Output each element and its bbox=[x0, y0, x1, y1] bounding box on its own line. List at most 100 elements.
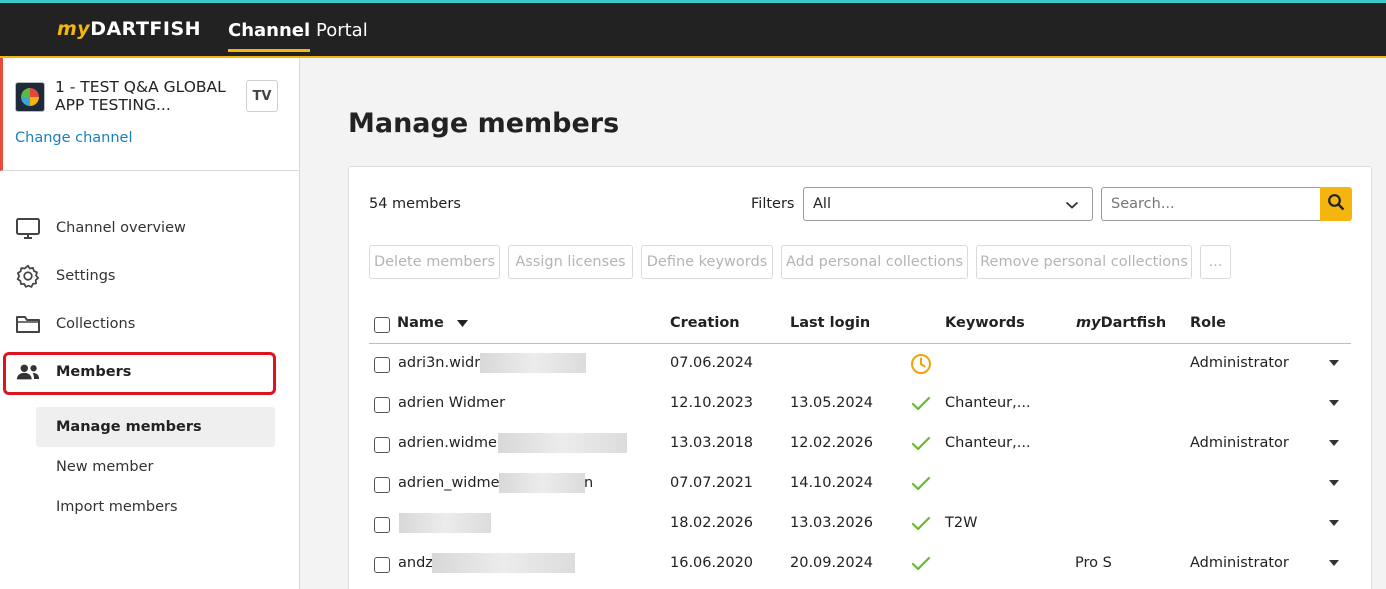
creation-date: 13.03.2018 bbox=[670, 435, 754, 451]
table-row[interactable]: adrien.widmer 13.03.2018 12.02.2026 Chan… bbox=[349, 424, 1371, 464]
search-icon bbox=[1327, 193, 1345, 215]
row-checkbox[interactable] bbox=[374, 517, 390, 533]
column-header-last-login[interactable]: Last login bbox=[790, 315, 870, 331]
member-name: andz bbox=[398, 555, 433, 571]
gear-icon bbox=[15, 263, 41, 289]
keywords: Chanteur,... bbox=[945, 435, 1031, 451]
column-header-name[interactable]: Name bbox=[397, 315, 468, 331]
search-button[interactable] bbox=[1320, 187, 1352, 221]
logo-brand: DARTFISH bbox=[90, 18, 202, 40]
more-actions-button[interactable]: ... bbox=[1200, 245, 1231, 279]
row-menu-caret-icon[interactable] bbox=[1329, 400, 1339, 406]
channel-logo bbox=[15, 82, 45, 112]
members-panel: 54 members Filters All Delete members As… bbox=[348, 166, 1372, 589]
select-all-checkbox[interactable] bbox=[374, 317, 390, 333]
sidebar-subitem-manage-members[interactable]: Manage members bbox=[36, 407, 275, 447]
sidebar-item-channel-overview[interactable]: Channel overview bbox=[0, 208, 299, 248]
sidebar-item-members[interactable]: Members bbox=[0, 352, 299, 392]
member-name: adrien.widmer bbox=[398, 435, 503, 451]
redacted-text bbox=[498, 433, 627, 453]
row-checkbox[interactable] bbox=[374, 477, 390, 493]
filter-value: All bbox=[813, 196, 831, 212]
creation-date: 12.10.2023 bbox=[670, 395, 754, 411]
define-keywords-button[interactable]: Define keywords bbox=[641, 245, 773, 279]
table-row[interactable]: andz 16.06.2020 20.09.2024 Pro S Adminis… bbox=[349, 544, 1371, 584]
column-header-my: my bbox=[1076, 315, 1101, 331]
redacted-text bbox=[432, 553, 575, 573]
logo-my: my bbox=[57, 18, 91, 40]
tab-channel[interactable]: Channel bbox=[228, 20, 311, 52]
row-menu-caret-icon[interactable] bbox=[1329, 360, 1339, 366]
sidebar-item-settings[interactable]: Settings bbox=[0, 256, 299, 296]
row-checkbox[interactable] bbox=[374, 357, 390, 373]
table-row[interactable]: 18.02.2026 13.03.2026 T2W bbox=[349, 504, 1371, 544]
row-menu-caret-icon[interactable] bbox=[1329, 560, 1339, 566]
row-menu-caret-icon[interactable] bbox=[1329, 480, 1339, 486]
creation-date: 07.06.2024 bbox=[670, 355, 754, 371]
redacted-text bbox=[480, 353, 586, 373]
row-menu-caret-icon[interactable] bbox=[1329, 440, 1339, 446]
column-header-creation[interactable]: Creation bbox=[670, 315, 740, 331]
member-name: adrien_widmer bbox=[398, 475, 506, 491]
member-role: Administrator bbox=[1190, 555, 1289, 571]
check-icon bbox=[909, 552, 933, 576]
column-header-keywords[interactable]: Keywords bbox=[945, 315, 1025, 331]
member-name-suffix: n bbox=[584, 475, 594, 491]
search-input[interactable] bbox=[1101, 187, 1321, 221]
users-icon bbox=[15, 359, 41, 385]
add-personal-collections-button[interactable]: Add personal collections bbox=[781, 245, 968, 279]
member-name: adrien Widmer bbox=[398, 395, 506, 411]
mydartfish-license: Pro S bbox=[1075, 555, 1112, 571]
sort-desc-icon bbox=[456, 315, 468, 331]
filters-label: Filters bbox=[751, 196, 795, 212]
sidebar: 1 - TEST Q&A GLOBAL APP TESTING... TV Ch… bbox=[0, 58, 300, 589]
last-login-date: 13.03.2026 bbox=[790, 515, 874, 531]
pending-clock-icon bbox=[909, 352, 933, 376]
member-role: Administrator bbox=[1190, 355, 1289, 371]
filter-dropdown[interactable]: All bbox=[803, 187, 1093, 221]
table-row[interactable]: adrien Widmer 12.10.2023 13.05.2024 Chan… bbox=[349, 384, 1371, 424]
channel-selector: 1 - TEST Q&A GLOBAL APP TESTING... TV Ch… bbox=[0, 58, 299, 171]
row-checkbox[interactable] bbox=[374, 557, 390, 573]
sidebar-subitem-new-member[interactable]: New member bbox=[36, 447, 275, 487]
sidebar-item-collections[interactable]: Collections bbox=[0, 304, 299, 344]
keywords: T2W bbox=[945, 515, 978, 531]
check-icon bbox=[909, 432, 933, 456]
member-role: Administrator bbox=[1190, 435, 1289, 451]
last-login-date: 20.09.2024 bbox=[790, 555, 874, 571]
mydartfish-logo[interactable]: my DARTFISH bbox=[57, 18, 201, 42]
tv-badge[interactable]: TV bbox=[246, 80, 278, 112]
creation-date: 18.02.2026 bbox=[670, 515, 754, 531]
delete-members-button[interactable]: Delete members bbox=[369, 245, 500, 279]
chevron-down-icon bbox=[1065, 198, 1079, 214]
last-login-date: 14.10.2024 bbox=[790, 475, 874, 491]
column-header-role[interactable]: Role bbox=[1190, 315, 1226, 331]
channel-name: 1 - TEST Q&A GLOBAL APP TESTING... bbox=[55, 78, 226, 114]
sidebar-item-label: Collections bbox=[56, 316, 136, 332]
last-login-date: 13.05.2024 bbox=[790, 395, 874, 411]
creation-date: 07.07.2021 bbox=[670, 475, 754, 491]
row-checkbox[interactable] bbox=[374, 397, 390, 413]
remove-personal-collections-button[interactable]: Remove personal collections bbox=[976, 245, 1192, 279]
assign-licenses-button[interactable]: Assign licenses bbox=[508, 245, 633, 279]
page-title: Manage members bbox=[348, 108, 620, 139]
row-checkbox[interactable] bbox=[374, 437, 390, 453]
row-menu-caret-icon[interactable] bbox=[1329, 520, 1339, 526]
column-header-mydartfish[interactable]: myDartfish bbox=[1076, 315, 1166, 331]
sidebar-subitem-import-members[interactable]: Import members bbox=[36, 487, 275, 527]
sidebar-item-label: Channel overview bbox=[56, 220, 186, 236]
last-login-date: 12.02.2026 bbox=[790, 435, 874, 451]
redacted-text bbox=[399, 513, 491, 533]
keywords: Chanteur,... bbox=[945, 395, 1031, 411]
member-count: 54 members bbox=[369, 196, 461, 212]
column-header-name-label: Name bbox=[397, 315, 444, 331]
monitor-icon bbox=[15, 215, 41, 241]
change-channel-link[interactable]: Change channel bbox=[15, 130, 133, 146]
check-icon bbox=[909, 392, 933, 416]
top-navigation-bar: my DARTFISH Channel Portal bbox=[0, 3, 1386, 56]
column-header-dartfish: Dartfish bbox=[1100, 315, 1167, 331]
member-name: adri3n.widm bbox=[398, 355, 489, 371]
table-row[interactable]: adri3n.widm 07.06.2024 Administrator bbox=[349, 344, 1371, 384]
tab-portal[interactable]: Portal bbox=[316, 20, 368, 41]
table-row[interactable]: adrien_widmer n 07.07.2021 14.10.2024 bbox=[349, 464, 1371, 504]
